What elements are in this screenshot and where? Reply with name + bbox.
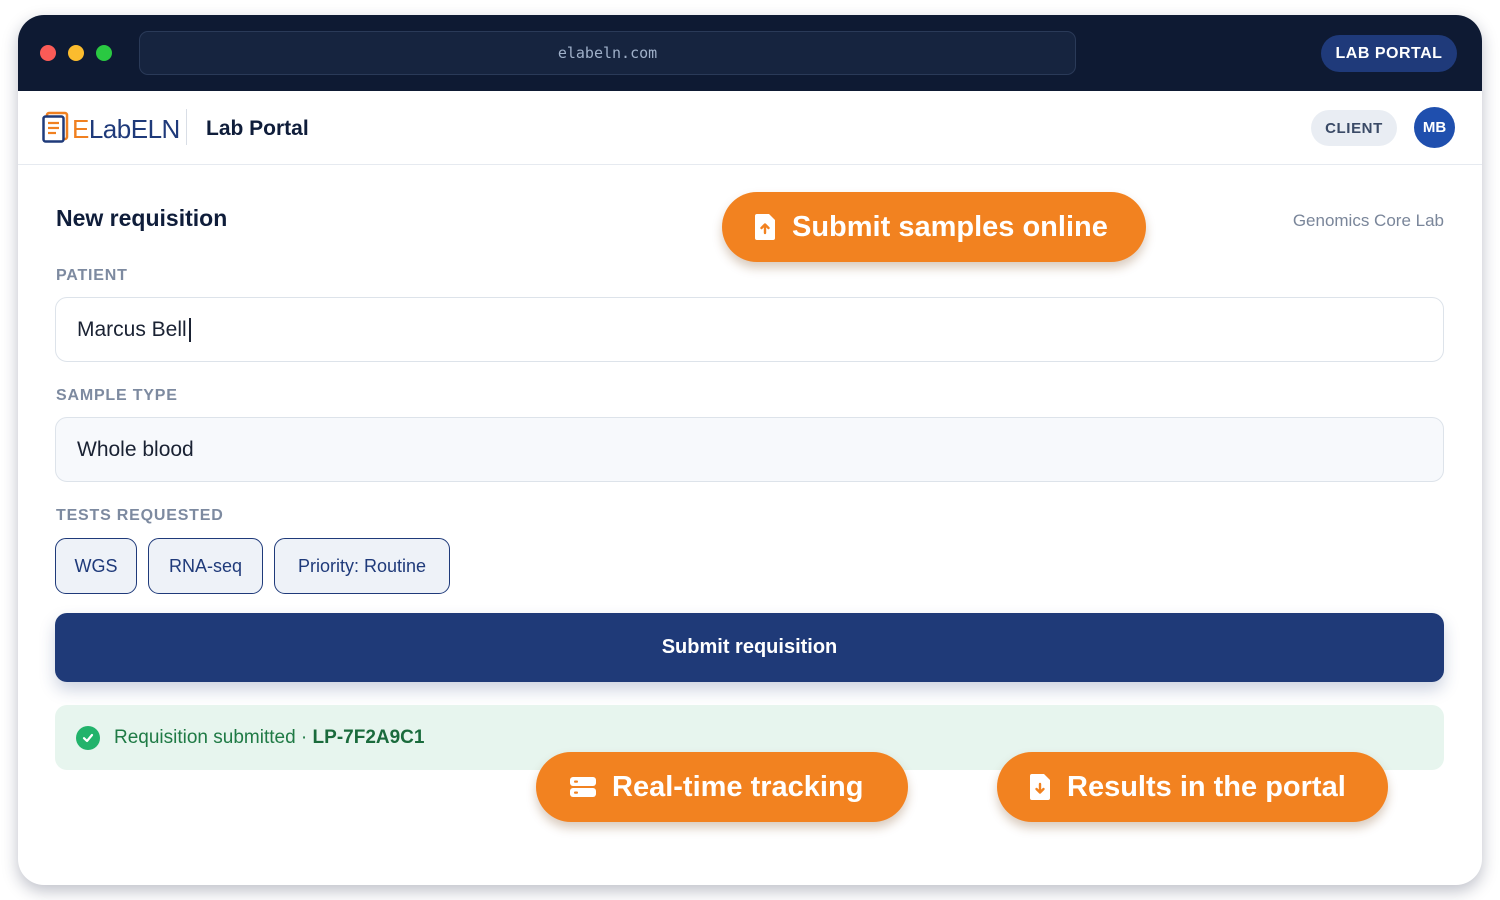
callout-real-time-tracking: Real-time tracking — [536, 752, 908, 822]
minimize-window-dot[interactable] — [68, 45, 84, 61]
header-divider — [186, 109, 187, 145]
text-cursor — [188, 317, 191, 342]
maximize-window-dot[interactable] — [96, 45, 112, 61]
logo-prefix: E — [72, 114, 89, 144]
check-circle-icon — [76, 725, 100, 750]
priority-chip[interactable]: Priority: Routine — [274, 538, 450, 594]
brand-logo[interactable]: ELabELN — [72, 114, 180, 145]
patient-input-value: Marcus Bell — [77, 317, 187, 341]
sample-type-label: SAMPLE TYPE — [56, 387, 178, 404]
app-title: Lab Portal — [206, 117, 309, 140]
lab-name: Genomics Core Lab — [1292, 211, 1444, 230]
submit-requisition-button[interactable]: Submit requisition — [55, 613, 1444, 682]
patient-input[interactable]: Marcus Bell — [55, 297, 1444, 362]
file-download-icon — [1030, 774, 1050, 800]
callout-results-portal: Results in the portal — [997, 752, 1388, 822]
form-title: New requisition — [56, 205, 228, 231]
role-badge: CLIENT — [1311, 110, 1397, 146]
requisition-id: LP-7F2A9C1 — [312, 726, 425, 748]
close-window-dot[interactable] — [40, 45, 56, 61]
file-upload-icon — [755, 214, 775, 240]
sample-type-value: Whole blood — [77, 437, 194, 461]
notebook-icon — [42, 111, 69, 143]
lab-portal-badge: LAB PORTAL — [1321, 35, 1457, 72]
test-chip-wgs[interactable]: WGS — [55, 538, 137, 594]
test-chip-rna-seq[interactable]: RNA-seq — [148, 538, 263, 594]
browser-window: elabeln.com LAB PORTAL ELabELN Lab Porta… — [18, 15, 1482, 885]
callout-submit-text: Submit samples online — [792, 210, 1108, 243]
address-bar[interactable]: elabeln.com — [139, 31, 1076, 75]
user-avatar[interactable]: MB — [1414, 107, 1455, 148]
callout-tracking-text: Real-time tracking — [612, 770, 864, 803]
tests-requested-label: TESTS REQUESTED — [56, 507, 224, 524]
success-message: Requisition submitted · — [114, 726, 313, 748]
sample-type-select[interactable]: Whole blood — [55, 417, 1444, 482]
app-header: ELabELN Lab Portal CLIENT MB — [18, 91, 1482, 165]
callout-submit-samples: Submit samples online — [722, 192, 1146, 262]
server-icon — [570, 777, 596, 797]
callout-results-text: Results in the portal — [1067, 770, 1346, 803]
browser-toolbar: elabeln.com LAB PORTAL — [18, 15, 1482, 91]
patient-label: PATIENT — [56, 267, 128, 284]
logo-name: LabELN — [88, 114, 180, 144]
